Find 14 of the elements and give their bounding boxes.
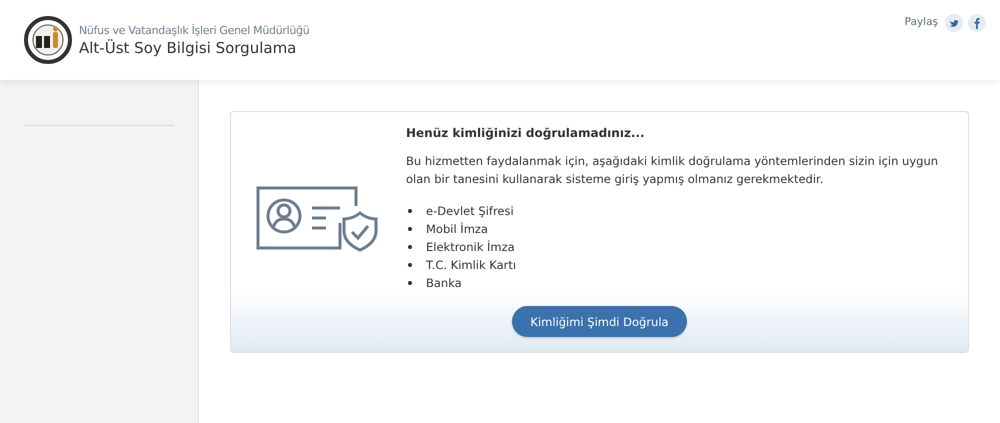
method-item: Elektronik İmza	[406, 238, 954, 256]
method-item: T.C. Kimlik Kartı	[406, 256, 954, 274]
method-item: Banka	[406, 274, 954, 292]
method-item: Mobil İmza	[406, 220, 954, 238]
verify-button[interactable]: Kimliğimi Şimdi Doğrula	[512, 306, 687, 337]
share-label: Paylaş	[904, 16, 938, 28]
card-description: Bu hizmetten faydalanmak için, aşağıdaki kimlik doğrulama yöntemlerinden sizin için uygun olan bir tanesini kullanarak sisteme giriş yapmış olmanız gerekmektedir.	[406, 153, 940, 188]
twitter-icon[interactable]	[945, 14, 963, 32]
page-title: Alt-Üst Soy Bilgisi Sorgulama	[79, 38, 298, 56]
facebook-icon[interactable]	[968, 14, 986, 32]
method-item: e-Devlet Şifresi	[406, 202, 954, 220]
logo-icon	[24, 16, 72, 64]
organization-name: Nüfus ve Vatandaşlık İşleri Genel Müdürlüğü	[79, 24, 310, 36]
card-heading: Henüz kimliğinizi doğrulamadınız...	[406, 126, 646, 140]
